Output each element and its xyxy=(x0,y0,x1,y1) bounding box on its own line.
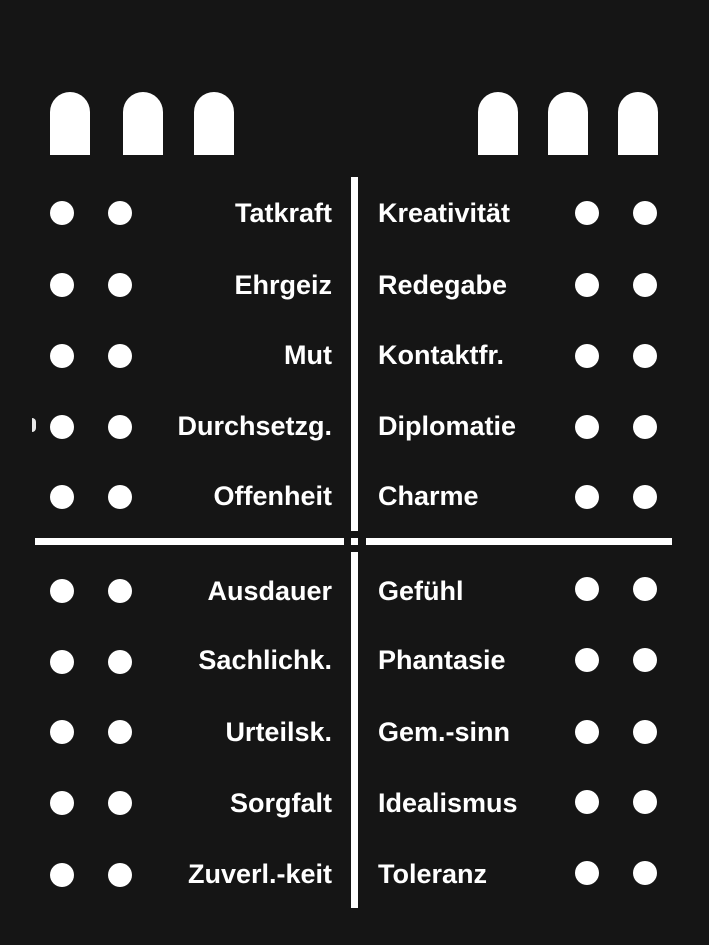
trait-label: Kontaktfr. xyxy=(378,340,505,370)
vertical-divider-bottom xyxy=(351,552,358,908)
dot-left-a[interactable] xyxy=(50,415,74,439)
dot-right-b[interactable] xyxy=(633,790,657,814)
dot-right-b[interactable] xyxy=(633,648,657,672)
trait-label: Gefühl xyxy=(378,576,464,606)
dot-right-a[interactable] xyxy=(575,201,599,225)
trait-label: Durchsetzg. xyxy=(177,411,332,441)
vertical-divider-top xyxy=(351,177,358,531)
arch-slot-right-1 xyxy=(478,92,518,155)
dot-right-b[interactable] xyxy=(633,344,657,368)
dot-left-b[interactable] xyxy=(108,415,132,439)
dot-left-a[interactable] xyxy=(50,273,74,297)
dot-left-b[interactable] xyxy=(108,650,132,674)
dot-right-b[interactable] xyxy=(633,273,657,297)
dot-left-a[interactable] xyxy=(50,720,74,744)
dot-left-a[interactable] xyxy=(50,344,74,368)
trait-label: Kreativität xyxy=(378,198,511,228)
trait-label: Toleranz xyxy=(378,859,488,889)
dot-right-b[interactable] xyxy=(633,577,657,601)
trait-label: Charme xyxy=(378,481,479,511)
dot-right-a[interactable] xyxy=(575,861,599,885)
dot-left-b[interactable] xyxy=(108,344,132,368)
dot-right-a[interactable] xyxy=(575,415,599,439)
arch-slot-left-2 xyxy=(123,92,163,155)
dot-right-a[interactable] xyxy=(575,720,599,744)
trait-label: Ehrgeiz xyxy=(234,270,332,300)
dot-left-b[interactable] xyxy=(108,201,132,225)
divider-center-square xyxy=(351,538,358,545)
dot-right-b[interactable] xyxy=(633,415,657,439)
arch-slot-left-1 xyxy=(50,92,90,155)
dot-right-a[interactable] xyxy=(575,273,599,297)
dot-left-a[interactable] xyxy=(50,650,74,674)
dot-right-a[interactable] xyxy=(575,648,599,672)
dot-left-a[interactable] xyxy=(50,791,74,815)
horizontal-divider-left xyxy=(35,538,344,545)
trait-label: Phantasie xyxy=(378,645,506,675)
trait-label: Zuverl.-keit xyxy=(187,859,332,889)
dot-left-b[interactable] xyxy=(108,863,132,887)
trait-label: Offenheit xyxy=(213,481,333,511)
trait-label: Urteilsk. xyxy=(225,717,332,747)
trait-label: Mut xyxy=(284,340,332,370)
dot-right-a[interactable] xyxy=(575,577,599,601)
trait-label: Sachlichk. xyxy=(198,645,332,675)
dot-right-a[interactable] xyxy=(575,344,599,368)
dot-left-b[interactable] xyxy=(108,579,132,603)
dot-right-b[interactable] xyxy=(633,861,657,885)
trait-label: Redegabe xyxy=(378,270,508,300)
dot-right-b[interactable] xyxy=(633,485,657,509)
dot-left-a[interactable] xyxy=(50,579,74,603)
dot-left-a[interactable] xyxy=(50,201,74,225)
dot-right-a[interactable] xyxy=(575,485,599,509)
arch-slot-right-2 xyxy=(548,92,588,155)
dot-right-b[interactable] xyxy=(633,201,657,225)
dot-right-a[interactable] xyxy=(575,790,599,814)
dot-left-a[interactable] xyxy=(50,485,74,509)
dot-left-b[interactable] xyxy=(108,485,132,509)
dot-left-b[interactable] xyxy=(108,273,132,297)
arch-slot-left-3 xyxy=(194,92,234,155)
trait-label: Gem.-sinn xyxy=(378,717,511,747)
dot-left-b[interactable] xyxy=(108,720,132,744)
trait-label: Diplomatie xyxy=(378,411,517,441)
trait-label: Ausdauer xyxy=(207,576,332,606)
edge-mark xyxy=(32,418,36,432)
dot-left-a[interactable] xyxy=(50,863,74,887)
trait-label: Sorgfalt xyxy=(229,788,332,818)
arch-slot-right-3 xyxy=(618,92,658,155)
dot-right-b[interactable] xyxy=(633,720,657,744)
trait-label: Tatkraft xyxy=(234,198,332,228)
trait-label: Idealismus xyxy=(378,788,518,818)
horizontal-divider-right xyxy=(366,538,672,545)
dot-left-b[interactable] xyxy=(108,791,132,815)
